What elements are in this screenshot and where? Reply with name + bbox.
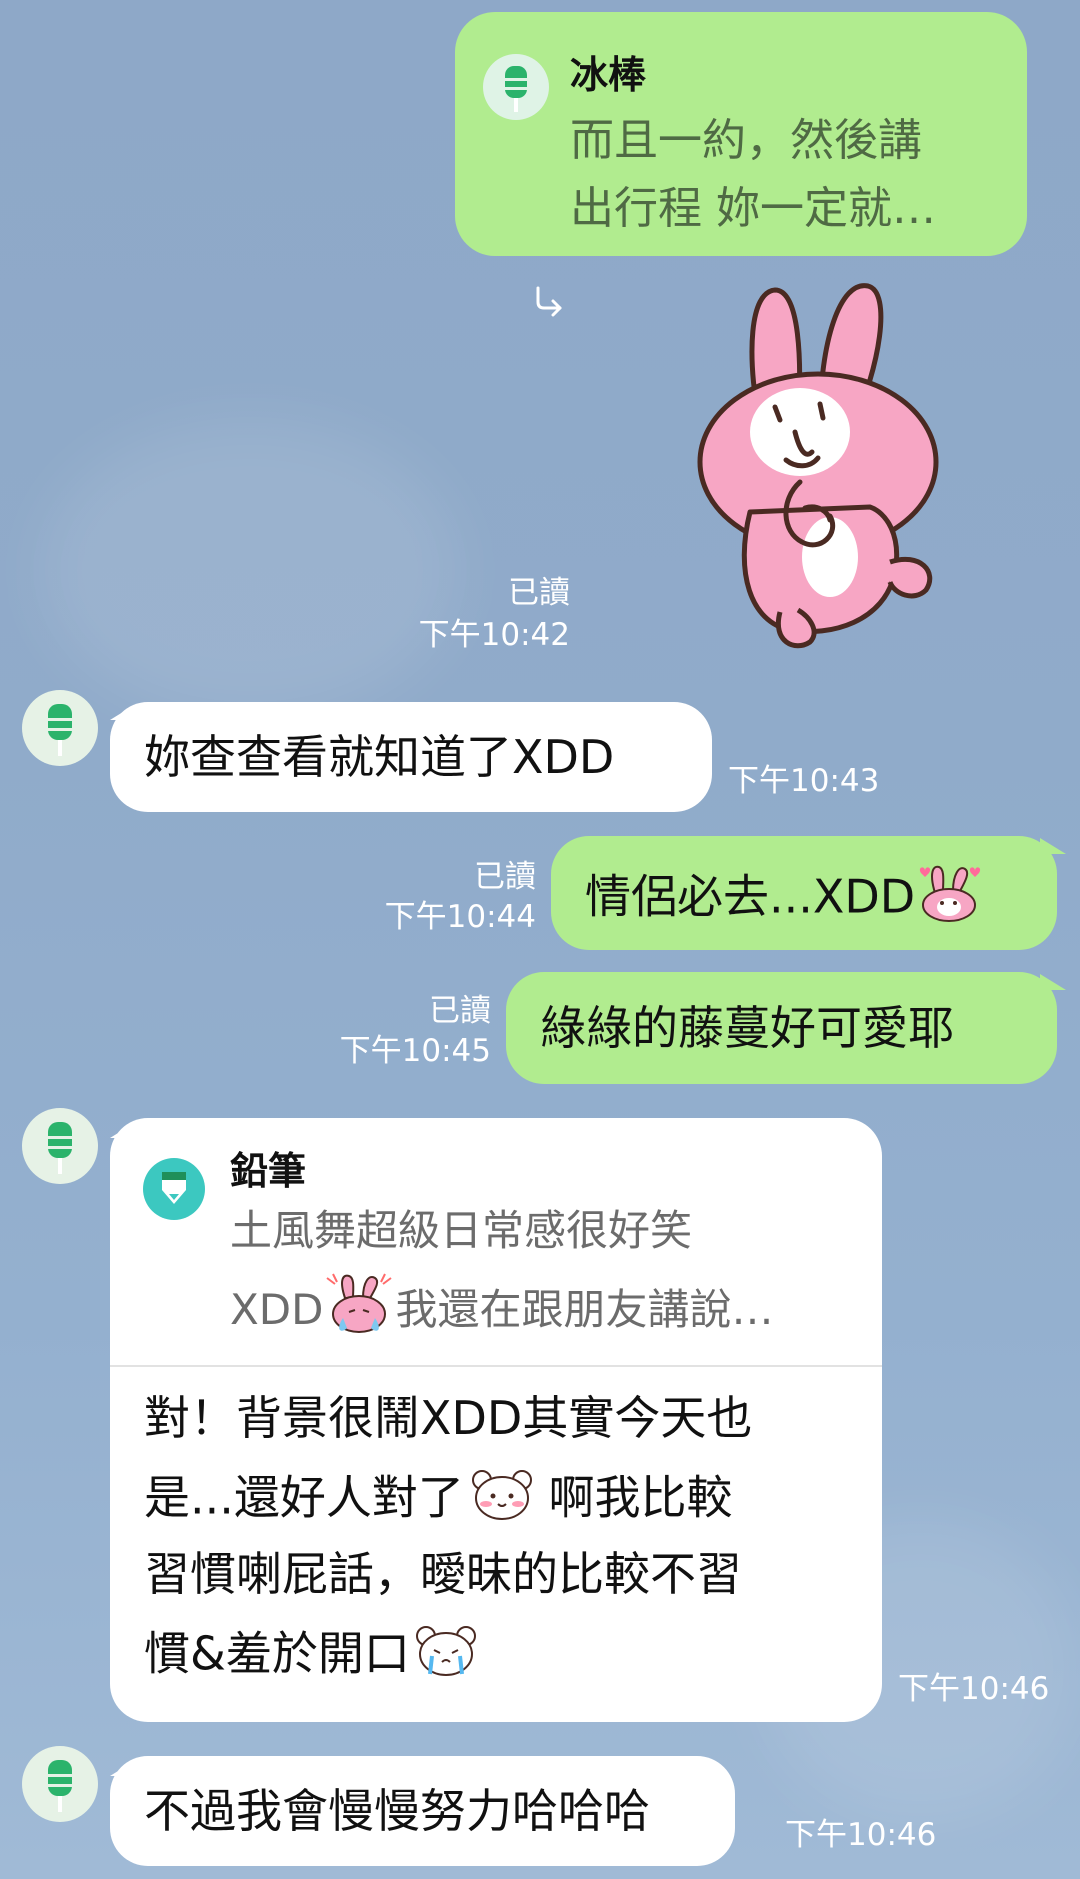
outgoing-reply-bubble[interactable]: 冰棒 而且一約，然後講 出行程 妳一定就… <box>455 12 1027 256</box>
rabbit-love-emoji-icon <box>915 863 985 937</box>
bubble-tail <box>1040 838 1066 854</box>
bubble-tail <box>1040 974 1066 990</box>
reply-sender-name: 冰棒 <box>570 53 647 97</box>
message-timestamp: 下午10:45 <box>339 1033 491 1069</box>
reply-sender-name: 鉛筆 <box>230 1149 307 1193</box>
popsicle-avatar-icon[interactable] <box>22 1108 98 1184</box>
message-text: 情侶必去...XDD <box>585 863 985 937</box>
message-text-content: 是...還好人對了 <box>144 1470 464 1525</box>
bear-blush-emoji-icon <box>470 1466 534 1536</box>
read-receipt: 已讀 <box>474 859 536 895</box>
incoming-message-bubble[interactable]: 不過我會慢慢努力哈哈哈 <box>110 1756 735 1866</box>
message-text-line-3: 習慣喇屁話，曖昧的比較不習 <box>144 1547 742 1601</box>
reply-preview-text: 我還在跟朋友講說… <box>395 1285 774 1334</box>
message-text-content: 啊我比較 <box>533 1470 733 1525</box>
rabbit-crying-emoji-icon <box>323 1272 395 1353</box>
message-timestamp: 下午10:43 <box>728 763 880 799</box>
popsicle-avatar-icon <box>483 54 549 120</box>
message-text-content: 慣&羞於開口 <box>144 1626 410 1681</box>
bear-crying-emoji-icon <box>414 1622 478 1692</box>
popsicle-avatar-icon[interactable] <box>22 690 98 766</box>
message-text-line-2: 是...還好人對了 啊我比較 <box>144 1466 733 1536</box>
message-timestamp: 下午10:44 <box>384 899 536 935</box>
message-text: 綠綠的藤蔓好可愛耶 <box>540 1001 954 1055</box>
read-receipt: 已讀 <box>429 993 491 1029</box>
message-text: 妳查查看就知道了XDD <box>144 730 615 784</box>
message-text-line-4: 慣&羞於開口 <box>144 1622 478 1692</box>
rabbit-thinking-sticker[interactable] <box>680 272 980 652</box>
reply-preview-line-2: 出行程 妳一定就… <box>570 183 936 234</box>
reply-divider <box>110 1365 882 1367</box>
message-timestamp: 下午10:46 <box>898 1671 1050 1707</box>
incoming-reply-bubble[interactable]: 鉛筆 土風舞超級日常感很好笑 XDD 我還在跟朋友講說… 對！背景很鬧XDD其實… <box>110 1118 882 1722</box>
background-cloud <box>40 420 460 720</box>
reply-preview-line-1: 而且一約，然後講 <box>570 115 922 166</box>
message-text: 不過我會慢慢努力哈哈哈 <box>144 1784 650 1838</box>
popsicle-avatar-icon[interactable] <box>22 1746 98 1822</box>
pencil-avatar-icon <box>143 1158 205 1220</box>
reply-arrow-icon[interactable] <box>532 284 566 318</box>
reply-preview-line-2: XDD 我還在跟朋友講說… <box>230 1272 773 1353</box>
read-receipt: 已讀 <box>508 575 570 611</box>
reply-preview-text: XDD <box>230 1285 324 1334</box>
outgoing-message-bubble[interactable]: 綠綠的藤蔓好可愛耶 <box>506 972 1057 1084</box>
incoming-message-bubble[interactable]: 妳查查看就知道了XDD <box>110 702 712 812</box>
message-timestamp: 下午10:46 <box>785 1817 937 1853</box>
outgoing-message-bubble[interactable]: 情侶必去...XDD <box>551 836 1057 950</box>
message-timestamp: 下午10:42 <box>418 617 570 653</box>
message-text-content: 情侶必去...XDD <box>585 869 916 924</box>
message-text-line-1: 對！背景很鬧XDD其實今天也 <box>144 1391 753 1445</box>
reply-preview-line-1: 土風舞超級日常感很好笑 <box>230 1206 693 1255</box>
